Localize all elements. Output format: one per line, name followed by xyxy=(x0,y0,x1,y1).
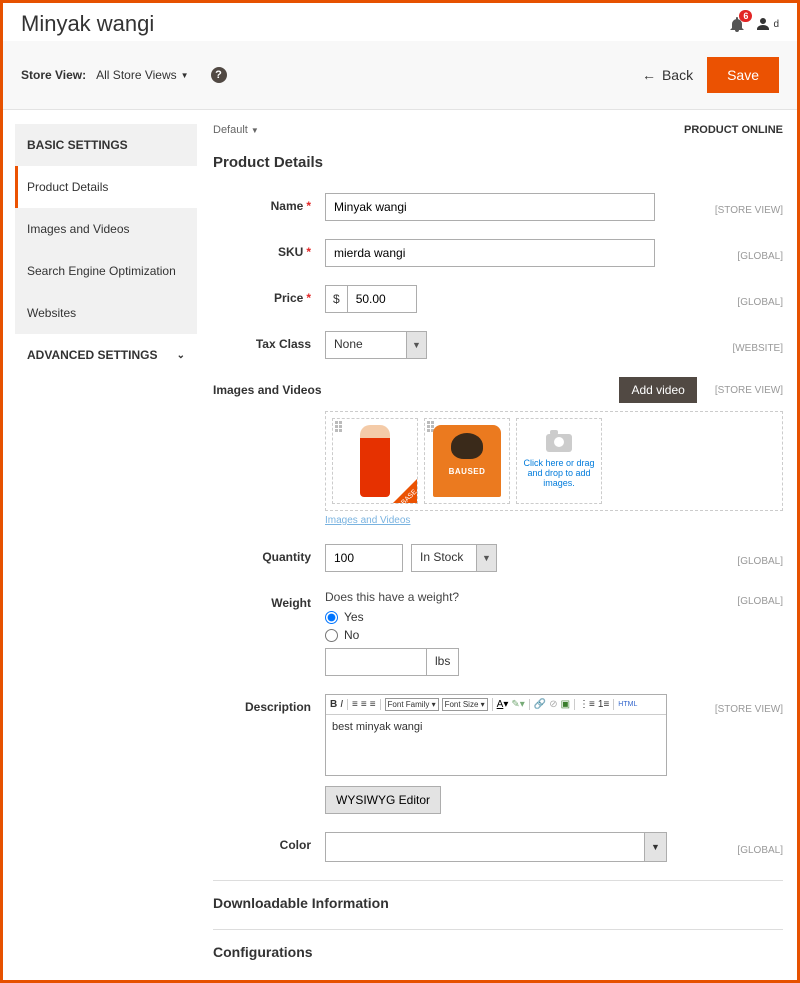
number-list-icon[interactable]: 1≡ xyxy=(598,699,609,710)
image-tile[interactable] xyxy=(424,418,510,504)
color-select[interactable]: ▼ xyxy=(325,832,667,862)
name-label: Name xyxy=(271,199,304,213)
sidebar-advanced-header[interactable]: ADVANCED SETTINGS ⌄ xyxy=(15,334,197,376)
align-right-icon[interactable]: ≡ xyxy=(370,699,376,710)
weight-label: Weight xyxy=(271,596,311,610)
save-button[interactable]: Save xyxy=(707,57,779,93)
sidebar-item-product-details[interactable]: Product Details xyxy=(15,166,197,208)
name-input[interactable] xyxy=(325,193,655,221)
downloadable-section[interactable]: Downloadable Information xyxy=(213,880,783,921)
user-menu[interactable]: d xyxy=(756,17,779,31)
arrow-left-icon: ← xyxy=(642,67,656,83)
tax-scope: [WEBSITE] xyxy=(724,337,783,354)
quantity-label: Quantity xyxy=(262,550,311,564)
images-label: Images and Videos xyxy=(213,383,322,397)
description-scope: [STORE VIEW] xyxy=(707,698,783,715)
weight-input[interactable] xyxy=(325,648,427,676)
sku-label: SKU xyxy=(278,245,303,259)
section-title: Product Details xyxy=(213,154,783,171)
drag-handle-icon[interactable] xyxy=(335,421,342,432)
stock-select[interactable]: In Stock ▼ xyxy=(411,544,497,572)
weight-question: Does this have a weight? xyxy=(325,590,783,604)
color-scope: [GLOBAL] xyxy=(729,839,783,856)
link-icon[interactable]: 🔗 xyxy=(534,699,546,710)
default-select[interactable]: Default ▼ xyxy=(213,124,259,136)
bullet-list-icon[interactable]: ⋮≡ xyxy=(579,699,595,710)
sku-input[interactable] xyxy=(325,239,655,267)
description-editor[interactable]: B I ≡ ≡ ≡ Font Family ▾ Font Size ▾ xyxy=(325,694,667,776)
sidebar-item-websites[interactable]: Websites xyxy=(15,292,197,334)
help-icon[interactable]: ? xyxy=(211,67,227,83)
weight-scope: [GLOBAL] xyxy=(729,590,783,607)
chevron-down-icon: ▼ xyxy=(251,126,259,135)
editor-toolbar: B I ≡ ≡ ≡ Font Family ▾ Font Size ▾ xyxy=(326,695,666,715)
product-status: PRODUCT ONLINE xyxy=(684,124,783,136)
sidebar-basic-header[interactable]: BASIC SETTINGS xyxy=(15,124,197,166)
text-color-icon[interactable]: A▾ xyxy=(497,699,509,710)
images-videos-link[interactable]: Images and Videos xyxy=(325,515,410,526)
description-textarea[interactable]: best minyak wangi xyxy=(326,715,666,775)
default-label: Default xyxy=(213,124,248,136)
weight-yes-radio[interactable]: Yes xyxy=(325,610,783,624)
unlink-icon[interactable]: ⊘ xyxy=(549,699,557,710)
chevron-down-icon: ▼ xyxy=(477,544,497,572)
page-title: Minyak wangi xyxy=(21,11,154,37)
image-drop-zone[interactable]: Click here or drag and drop to add image… xyxy=(516,418,602,504)
stock-value: In Stock xyxy=(411,544,477,572)
sidebar-item-images[interactable]: Images and Videos xyxy=(15,208,197,250)
configurations-section[interactable]: Configurations xyxy=(213,929,783,970)
back-label: Back xyxy=(662,67,693,83)
price-label: Price xyxy=(274,291,303,305)
chevron-down-icon: ▼ xyxy=(181,71,189,80)
back-button[interactable]: ← Back xyxy=(642,67,693,83)
price-scope: [GLOBAL] xyxy=(729,291,783,308)
highlight-icon[interactable]: ✎▾ xyxy=(511,699,524,710)
camera-icon xyxy=(546,434,572,452)
images-scope: [STORE VIEW] xyxy=(707,385,783,396)
user-initial: d xyxy=(773,19,779,30)
store-view-label: Store View: xyxy=(21,68,86,82)
align-left-icon[interactable]: ≡ xyxy=(352,699,358,710)
quantity-input[interactable] xyxy=(325,544,403,572)
quantity-scope: [GLOBAL] xyxy=(729,550,783,567)
store-view-value: All Store Views xyxy=(96,68,176,82)
description-label: Description xyxy=(245,700,311,714)
html-button[interactable]: HTML xyxy=(618,701,637,708)
sidebar-item-seo[interactable]: Search Engine Optimization xyxy=(15,250,197,292)
sku-scope: [GLOBAL] xyxy=(729,245,783,262)
product-image xyxy=(360,425,390,497)
tax-select[interactable]: None ▼ xyxy=(325,331,427,359)
chevron-down-icon: ⌄ xyxy=(177,350,185,361)
tax-label: Tax Class xyxy=(256,337,311,351)
chevron-down-icon: ▼ xyxy=(407,331,427,359)
wysiwyg-button[interactable]: WYSIWYG Editor xyxy=(325,786,441,814)
base-badge: BASE xyxy=(393,479,417,503)
product-image xyxy=(433,425,501,497)
currency-symbol: $ xyxy=(325,285,347,313)
weight-unit: lbs xyxy=(427,648,459,676)
image-tile[interactable]: BASE xyxy=(332,418,418,504)
chevron-down-icon: ▼ xyxy=(644,833,666,861)
add-video-button[interactable]: Add video xyxy=(619,377,696,403)
name-scope: [STORE VIEW] xyxy=(707,199,783,216)
font-family-select[interactable]: Font Family ▾ xyxy=(385,698,439,711)
align-center-icon[interactable]: ≡ xyxy=(361,699,367,710)
bold-icon[interactable]: B xyxy=(330,699,337,710)
image-icon[interactable]: ▣ xyxy=(561,699,570,710)
weight-no-radio[interactable]: No xyxy=(325,628,783,642)
notifications-icon[interactable]: 6 xyxy=(730,16,744,32)
font-size-select[interactable]: Font Size ▾ xyxy=(442,698,488,711)
price-input[interactable] xyxy=(347,285,417,313)
sidebar-advanced-label: ADVANCED SETTINGS xyxy=(27,348,157,362)
drop-text: Click here or drag and drop to add image… xyxy=(523,458,595,488)
color-label: Color xyxy=(280,838,311,852)
tax-value: None xyxy=(325,331,407,359)
italic-icon[interactable]: I xyxy=(340,699,343,710)
store-view-select[interactable]: All Store Views ▼ xyxy=(96,68,188,82)
image-gallery: BASE Click here or drag and drop to add … xyxy=(325,411,783,511)
notification-badge: 6 xyxy=(739,10,752,22)
